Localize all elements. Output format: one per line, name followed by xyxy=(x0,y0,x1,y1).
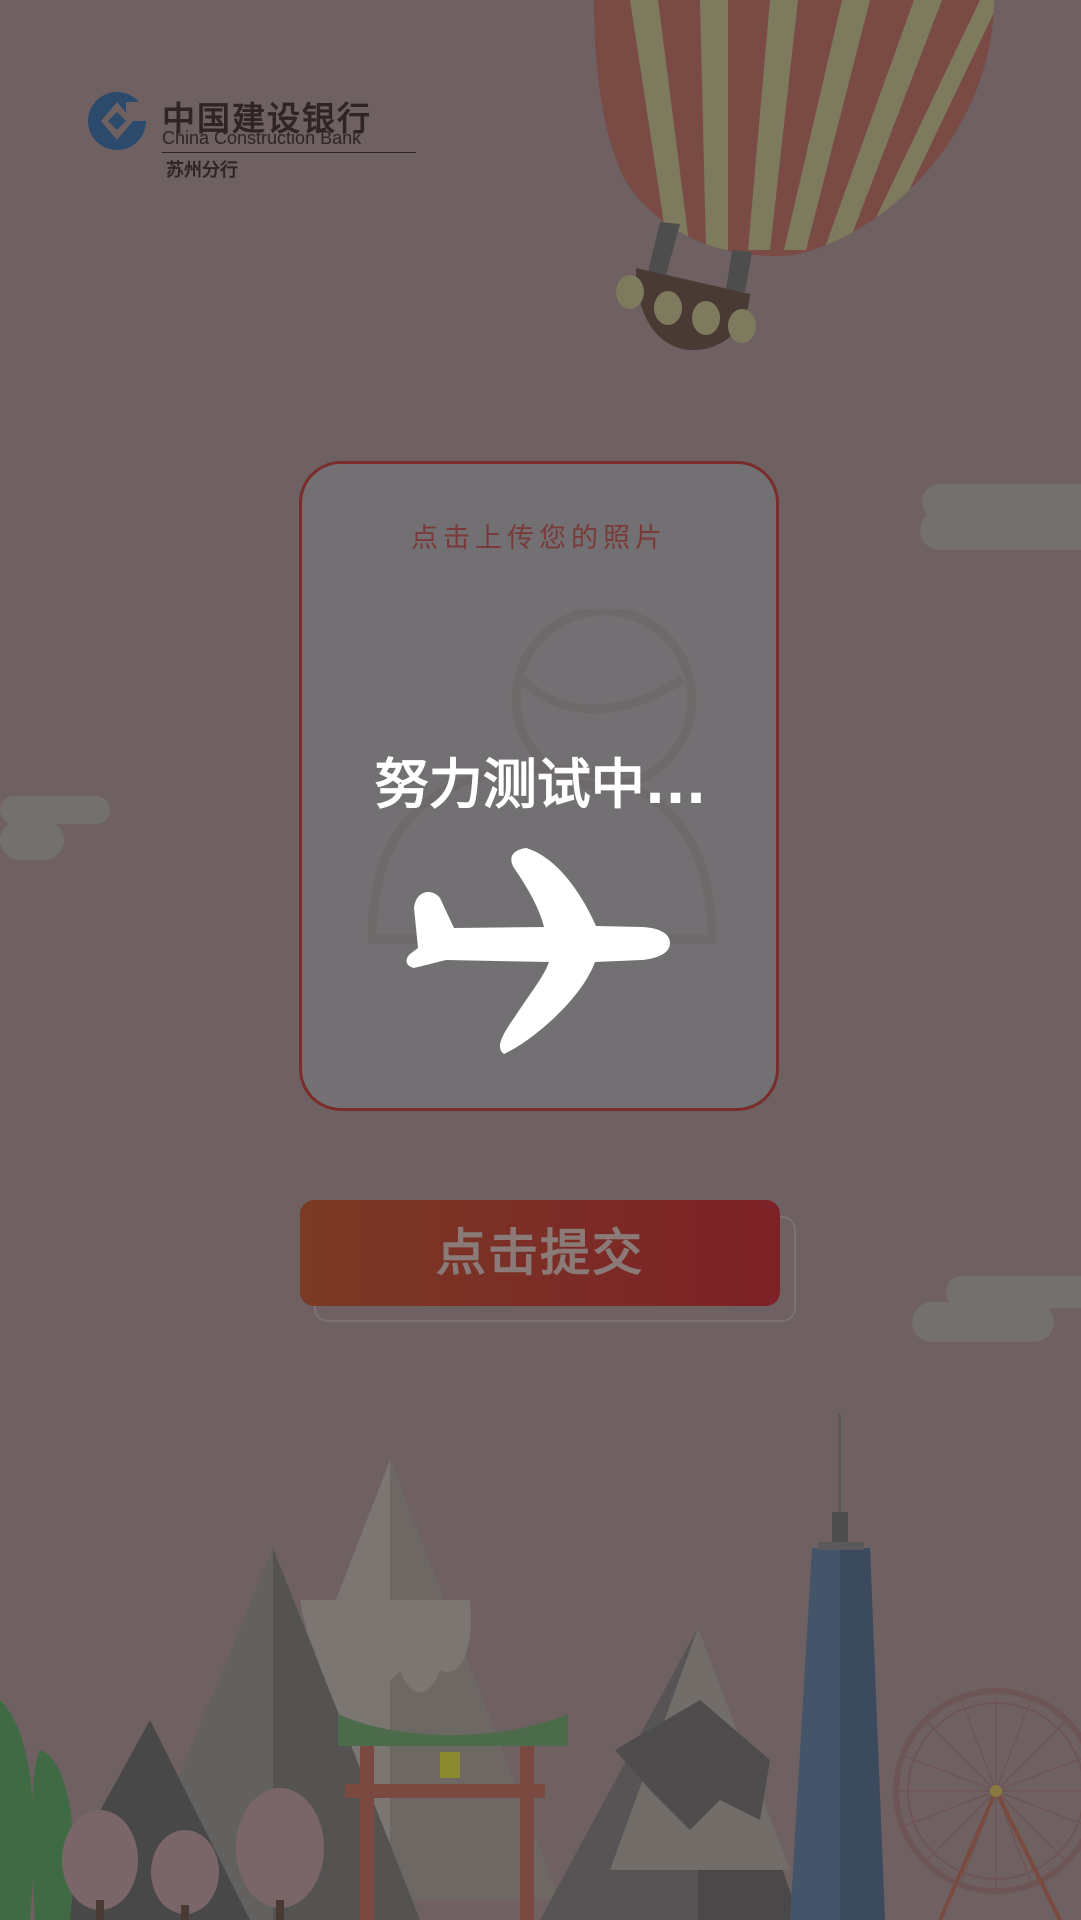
branch-name: 苏州分行 xyxy=(166,160,238,181)
upload-prompt: 点击上传您的照片 xyxy=(411,523,667,554)
mountains-illustration xyxy=(40,1460,800,1920)
ccb-logo-icon xyxy=(88,92,146,150)
submit-button-label: 点击提交 xyxy=(436,1224,644,1282)
bank-name-en: China Construction Bank xyxy=(162,128,362,148)
app-screen: 中国建设银行 China Construction Bank 苏州分行 点击上传… xyxy=(0,0,1081,1920)
hot-air-balloon-illustration xyxy=(594,0,994,351)
airplane-icon xyxy=(406,848,670,1054)
logo-divider xyxy=(162,152,416,153)
ferris-wheel-illustration xyxy=(893,1688,1081,1920)
loading-message: 努力测试中... xyxy=(374,753,707,816)
skyscraper-illustration xyxy=(790,1414,885,1920)
ccb-logo: 中国建设银行 China Construction Bank 苏州分行 xyxy=(88,92,428,182)
submit-button[interactable]: 点击提交 xyxy=(300,1200,780,1306)
